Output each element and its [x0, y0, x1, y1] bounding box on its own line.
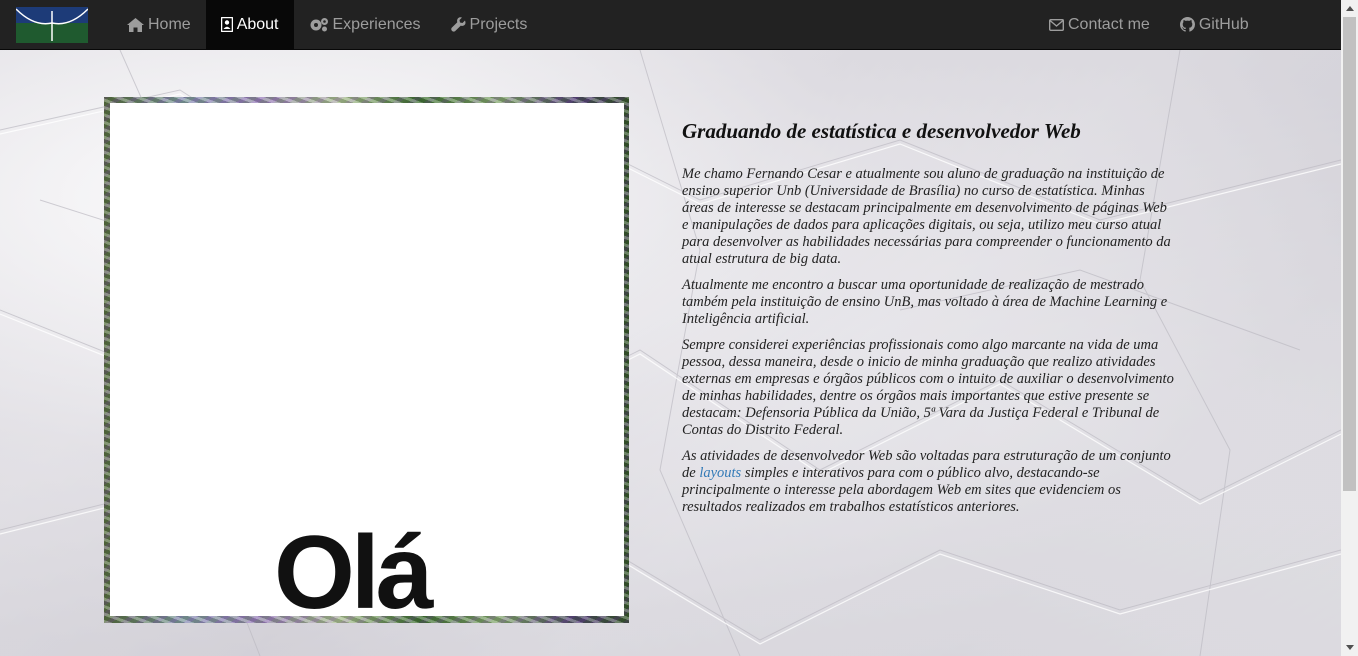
nav-experiences[interactable]: Experiences [294, 0, 436, 49]
nav-projects[interactable]: Projects [436, 0, 543, 49]
nav-projects-label: Projects [469, 15, 528, 33]
unb-logo-icon [15, 7, 89, 43]
github-icon [1179, 17, 1195, 32]
photo-canvas: Olá [110, 103, 624, 616]
about-paragraph-4-end: simples e interativos para com o público… [682, 465, 1121, 515]
layouts-link[interactable]: layouts [699, 465, 741, 481]
scroll-thumb[interactable] [1343, 17, 1356, 491]
unb-logo[interactable] [15, 7, 89, 43]
about-title: Graduando de estatística e desenvolvedor… [682, 119, 1081, 143]
scroll-up-arrow[interactable] [1341, 0, 1358, 17]
nav-about-label: About [236, 15, 279, 33]
about-paragraph-3: Sempre considerei experiências profissio… [682, 337, 1174, 438]
nav-github[interactable]: GitHub [1165, 0, 1264, 49]
nav-home-label: Home [148, 15, 191, 33]
nav-experiences-label: Experiences [332, 15, 421, 33]
about-paragraph-1: Me chamo Fernando Cesar e atualmente sou… [682, 166, 1171, 267]
nav-contact-label: Contact me [1068, 15, 1150, 33]
nav-left: Home About Experiences Projects [112, 0, 542, 49]
home-icon [127, 17, 144, 32]
about-paragraph-4: As atividades de desenvolvedor Web são v… [682, 448, 1174, 516]
photo-caption: Olá [274, 515, 434, 616]
envelope-icon [1049, 18, 1064, 31]
scrollbar[interactable] [1341, 0, 1358, 656]
id-card-icon [220, 17, 233, 32]
nav-github-label: GitHub [1198, 15, 1249, 33]
triangle-down-icon [1345, 645, 1354, 650]
triangle-up-icon [1345, 6, 1354, 11]
profile-photo: Olá [104, 97, 629, 623]
nav-about[interactable]: About [205, 0, 294, 49]
nav-contact[interactable]: Contact me [1034, 0, 1165, 49]
wrench-icon [450, 17, 466, 32]
gears-icon [310, 18, 328, 32]
navbar: Home About Experiences Projects Contact … [0, 0, 1341, 50]
nav-home[interactable]: Home [112, 0, 206, 49]
about-section: Graduando de estatística e desenvolvedor… [682, 119, 1174, 525]
about-paragraph-2: Atualmente me encontro a buscar uma opor… [682, 277, 1168, 327]
scroll-down-arrow[interactable] [1341, 639, 1358, 656]
nav-right: Contact me GitHub [1034, 0, 1264, 49]
